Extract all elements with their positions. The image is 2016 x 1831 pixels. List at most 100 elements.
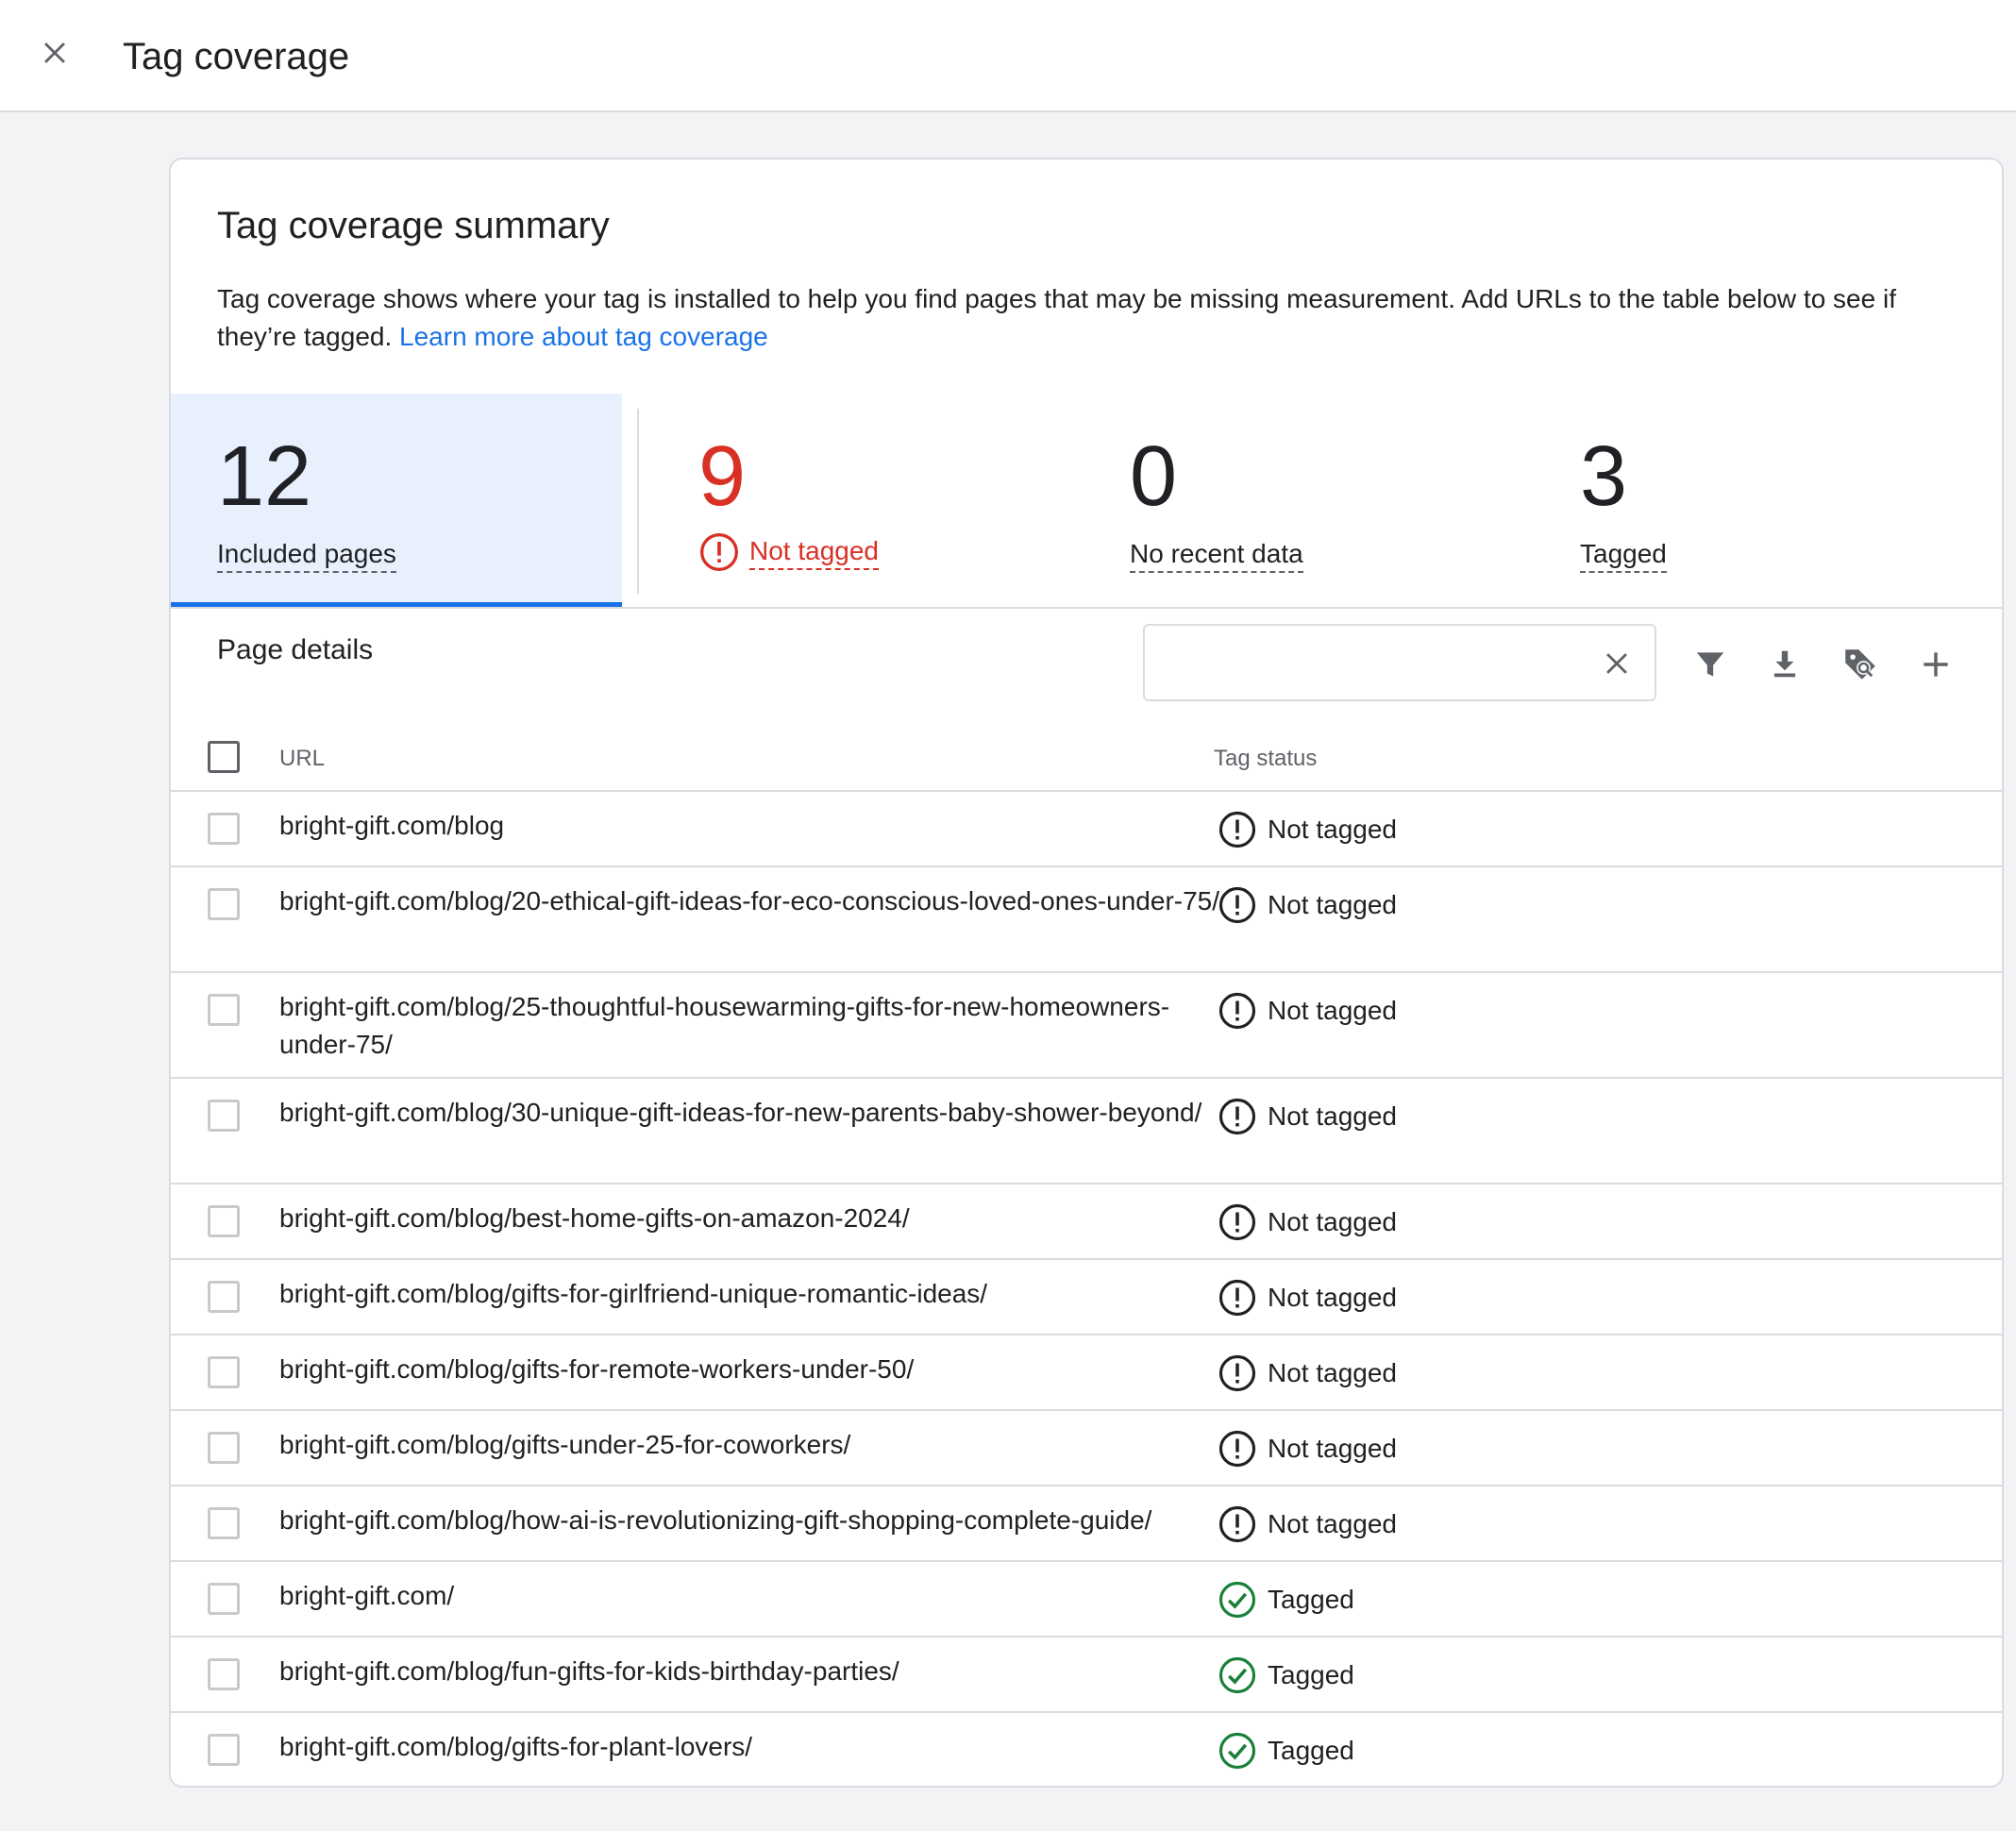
row-checkbox[interactable]	[208, 1507, 240, 1539]
status-icon-wrap	[1217, 1730, 1258, 1772]
stat-not-tagged[interactable]: 9 Not tagged	[639, 394, 1088, 607]
row-url: bright-gift.com/blog/how-ai-is-revolutio…	[279, 1505, 1152, 1535]
row-tag-status: Tagged	[1217, 1655, 1354, 1696]
search-input[interactable]	[1160, 643, 1575, 684]
status-icon-wrap	[1217, 1277, 1258, 1319]
summary-description: Tag coverage shows where your tag is ins…	[217, 280, 1954, 356]
download-icon	[1773, 650, 1796, 678]
table-row[interactable]: bright-gift.com/Tagged	[171, 1562, 2002, 1638]
row-status-label: Not tagged	[1268, 1509, 1397, 1538]
row-url: bright-gift.com/	[279, 1581, 455, 1610]
row-checkbox[interactable]	[208, 994, 240, 1026]
row-tag-status: Not tagged	[1217, 1503, 1397, 1545]
row-status-label: Not tagged	[1268, 1434, 1397, 1463]
error-outline-icon	[1218, 811, 1256, 848]
row-checkbox[interactable]	[208, 813, 240, 845]
row-checkbox[interactable]	[208, 1432, 240, 1464]
table-row[interactable]: bright-gift.com/blog/30-unique-gift-idea…	[171, 1079, 2002, 1184]
row-checkbox[interactable]	[208, 888, 240, 920]
clear-search-button[interactable]	[1596, 643, 1638, 684]
row-tag-status: Not tagged	[1217, 1352, 1397, 1394]
download-button[interactable]	[1758, 638, 1811, 691]
learn-more-link[interactable]: Learn more about tag coverage	[399, 322, 768, 351]
table-row[interactable]: bright-gift.com/blog/gifts-for-remote-wo…	[171, 1335, 2002, 1411]
status-icon-wrap	[1217, 1201, 1258, 1243]
column-header-tag-status[interactable]: Tag status	[1214, 745, 1317, 773]
select-all-checkbox[interactable]	[208, 741, 240, 773]
row-tag-status: Not tagged	[1217, 1096, 1397, 1137]
row-checkbox[interactable]	[208, 1583, 240, 1615]
row-tag-status: Not tagged	[1217, 809, 1397, 850]
row-checkbox[interactable]	[208, 1281, 240, 1313]
error-outline-icon	[1218, 992, 1256, 1030]
tag-button[interactable]	[1834, 638, 1887, 691]
table-row[interactable]: bright-gift.com/blog/gifts-for-plant-lov…	[171, 1713, 2002, 1786]
row-status-label: Tagged	[1268, 1736, 1354, 1765]
status-icon-wrap	[1217, 884, 1258, 926]
table-row[interactable]: bright-gift.com/blog Not tagged	[171, 792, 2002, 867]
top-bar: Tag coverage	[0, 0, 2016, 112]
error-outline-icon	[700, 533, 738, 571]
error-outline-icon	[1218, 1430, 1256, 1468]
stat-included-pages[interactable]: 12 Included pages	[171, 394, 622, 607]
row-status-label: Tagged	[1268, 1585, 1354, 1614]
table-row[interactable]: bright-gift.com/blog/gifts-for-girlfrien…	[171, 1260, 2002, 1335]
row-status-label: Not tagged	[1268, 815, 1397, 844]
stat-tagged-label: Tagged	[1580, 537, 1667, 573]
plus-icon	[1924, 652, 1948, 677]
row-status-label: Not tagged	[1268, 996, 1397, 1025]
filter-icon	[1696, 652, 1724, 677]
status-icon-wrap	[1217, 1579, 1258, 1621]
stat-tagged[interactable]: 3 Tagged	[1537, 394, 2002, 607]
error-outline-icon	[1218, 1279, 1256, 1317]
table-row[interactable]: bright-gift.com/blog/how-ai-is-revolutio…	[171, 1487, 2002, 1562]
row-status-label: Tagged	[1268, 1660, 1354, 1689]
stat-not-tagged-label: Not tagged	[749, 534, 879, 570]
row-tag-status: Not tagged	[1217, 1277, 1397, 1319]
row-status-label: Not tagged	[1268, 1207, 1397, 1236]
status-icon-wrap	[1217, 1503, 1258, 1545]
row-url: bright-gift.com/blog/gifts-under-25-for-…	[279, 1430, 851, 1459]
error-outline-icon	[1218, 1505, 1256, 1543]
row-checkbox[interactable]	[208, 1658, 240, 1690]
tag-coverage-card: Tag coverage summary Tag coverage shows …	[169, 158, 2004, 1788]
row-url: bright-gift.com/blog/gifts-for-remote-wo…	[279, 1354, 915, 1384]
status-icon-wrap	[1217, 1655, 1258, 1696]
status-icon-wrap	[1217, 990, 1258, 1032]
row-tag-status: Not tagged	[1217, 1201, 1397, 1243]
close-button[interactable]	[28, 26, 81, 79]
table-row[interactable]: bright-gift.com/blog/best-home-gifts-on-…	[171, 1184, 2002, 1260]
add-url-button[interactable]	[1909, 638, 1962, 691]
row-checkbox[interactable]	[208, 1205, 240, 1237]
stat-not-tagged-label-wrap: Not tagged	[698, 531, 879, 573]
table-row[interactable]: bright-gift.com/blog/fun-gifts-for-kids-…	[171, 1638, 2002, 1713]
row-checkbox[interactable]	[208, 1100, 240, 1132]
error-outline-icon	[1218, 1354, 1256, 1392]
row-url: bright-gift.com/blog	[279, 811, 505, 840]
filter-button[interactable]	[1684, 638, 1737, 691]
stat-no-recent-data[interactable]: 0 No recent data	[1088, 394, 1537, 607]
row-checkbox[interactable]	[208, 1356, 240, 1388]
table-row[interactable]: bright-gift.com/blog/25-thoughtful-house…	[171, 973, 2002, 1079]
check-circle-icon	[1218, 1656, 1256, 1694]
row-status-label: Not tagged	[1268, 1101, 1397, 1131]
error-outline-icon	[1218, 1098, 1256, 1135]
table-row[interactable]: bright-gift.com/blog/gifts-under-25-for-…	[171, 1411, 2002, 1487]
close-icon	[1606, 653, 1627, 674]
row-tag-status: Tagged	[1217, 1730, 1354, 1772]
table-row[interactable]: bright-gift.com/blog/20-ethical-gift-ide…	[171, 867, 2002, 973]
row-status-label: Not tagged	[1268, 1283, 1397, 1312]
stat-included-value: 12	[217, 429, 312, 524]
row-status-label: Not tagged	[1268, 890, 1397, 919]
status-icon-wrap	[1217, 1352, 1258, 1394]
search-box[interactable]	[1143, 624, 1656, 701]
row-url: bright-gift.com/blog/gifts-for-girlfrien…	[279, 1279, 988, 1308]
stat-divider	[637, 409, 639, 594]
status-icon-wrap	[1217, 1096, 1258, 1137]
close-icon	[44, 42, 65, 63]
column-header-url[interactable]: URL	[279, 745, 325, 773]
row-checkbox[interactable]	[208, 1734, 240, 1766]
row-tag-status: Not tagged	[1217, 1428, 1397, 1470]
error-outline-icon	[1218, 886, 1256, 924]
error-outline-icon	[1218, 1203, 1256, 1241]
